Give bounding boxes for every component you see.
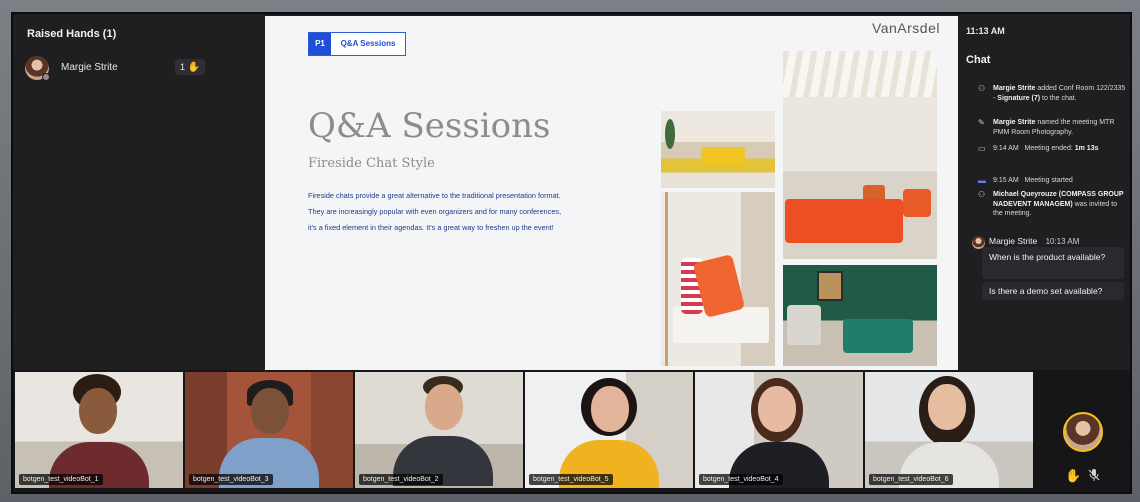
slide-photo-green-room: [783, 265, 937, 366]
participant-name: botgen_test_videoBot_4: [699, 474, 783, 485]
camera-icon: ▬: [978, 176, 986, 185]
pencil-icon: ✎: [978, 118, 985, 127]
participant-name: botgen_test_videoBot_6: [869, 474, 953, 485]
chat-message-bubble[interactable]: Is there a demo set available?: [982, 282, 1124, 300]
video-tile[interactable]: botgen_test_videoBot_5: [525, 372, 693, 488]
chat-message-header: Margie Strite 10:13 AM: [989, 236, 1079, 246]
slide-body-line: Fireside chats provide a great alternati…: [308, 191, 561, 200]
slide-tab: P1 Q&A Sessions: [308, 32, 406, 56]
participant-name: botgen_test_videoBot_5: [529, 474, 613, 485]
person-add-icon: ⚇: [978, 84, 986, 93]
video-tile[interactable]: botgen_test_videoBot_3: [185, 372, 353, 488]
clock: 11:13 AM: [966, 26, 1005, 36]
video-tile[interactable]: botgen_test_videoBot_4: [695, 372, 863, 488]
slide-subtitle: Fireside Chat Style: [308, 156, 435, 171]
person-add-icon: ⚇: [978, 190, 986, 199]
slide-body: Fireside chats provide a great alternati…: [308, 188, 628, 236]
chat-event-text: 9:15 AM Meeting started: [993, 177, 1073, 184]
chat-event-text: Margie Strite named the meeting MTR PMM …: [993, 119, 1115, 136]
mic-muted-icon[interactable]: [1087, 468, 1101, 482]
slide-body-line: They are increasingly popular with even …: [308, 207, 562, 216]
raised-hand-name: Margie Strite: [61, 62, 118, 73]
chat-event: ▭ 9:14 AM Meeting ended: 1m 13s: [978, 144, 1128, 154]
chat-event-text: Michael Queyrouze (COMPASS GROUP NADEVEN…: [993, 191, 1124, 217]
chat-message-bubble[interactable]: When is the product available?: [982, 247, 1124, 279]
raised-hand-order-badge: 1 ✋: [175, 59, 205, 75]
chat-panel: 11:13 AM Chat ⚇ Margie Strite added Conf…: [958, 14, 1130, 370]
chat-message-time: 10:13 AM: [1045, 237, 1080, 246]
raised-hands-panel: Raised Hands (1) Margie Strite 1 ✋: [13, 14, 265, 370]
slide-title: Q&A Sessions: [308, 106, 551, 146]
raised-hand-icon[interactable]: ✋: [1065, 468, 1081, 484]
brand-logo: VanArsdel: [871, 20, 940, 36]
participant-name: botgen_test_videoBot_2: [359, 474, 443, 485]
chat-event: ⚇ Margie Strite added Conf Room 122/2335…: [978, 84, 1128, 103]
video-tile[interactable]: botgen_test_videoBot_1: [15, 372, 183, 488]
chat-event: ✎ Margie Strite named the meeting MTR PM…: [978, 118, 1128, 137]
participant-name: botgen_test_videoBot_1: [19, 474, 103, 485]
slide-photo-yellow-sofa: [661, 111, 775, 188]
presence-icon: [42, 73, 50, 81]
video-tile[interactable]: botgen_test_videoBot_2: [355, 372, 523, 488]
raised-hand-item[interactable]: Margie Strite 1 ✋: [25, 56, 253, 81]
slide-body-line: it's a fixed element in their agendas. I…: [308, 223, 554, 232]
slide-photo-lounge: [783, 51, 937, 259]
camera-icon: ▭: [978, 144, 986, 153]
slide-tab-label: Q&A Sessions: [331, 33, 405, 55]
participant-name: botgen_test_videoBot_3: [189, 474, 273, 485]
raised-hand-order: 1: [180, 62, 186, 72]
slide-tab-number: P1: [309, 33, 331, 55]
raised-hands-title: Raised Hands (1): [27, 28, 117, 40]
video-tile[interactable]: botgen_test_videoBot_6: [865, 372, 1033, 488]
video-gallery: botgen_test_videoBot_1 botgen_test_video…: [13, 370, 1130, 492]
chat-message-sender: Margie Strite: [989, 236, 1038, 246]
self-avatar[interactable]: [1063, 412, 1103, 452]
raised-hand-icon: ✋: [187, 62, 200, 73]
avatar: [25, 56, 50, 81]
slide-photo-orange-pillow: [661, 192, 775, 366]
shared-slide: P1 Q&A Sessions VanArsdel Q&A Sessions F…: [265, 16, 958, 370]
chat-event: ⚇ Michael Queyrouze (COMPASS GROUP NADEV…: [978, 190, 1128, 219]
chat-event-text: Margie Strite added Conf Room 122/2335 -…: [993, 85, 1126, 102]
chat-message-text: Is there a demo set available?: [989, 286, 1103, 296]
chat-event: ▬ 9:15 AM Meeting started: [978, 176, 1128, 186]
meeting-screen: Raised Hands (1) Margie Strite 1 ✋ P1 Q&…: [11, 12, 1132, 494]
chat-message-text: When is the product available?: [989, 252, 1106, 262]
chat-event-text: 9:14 AM Meeting ended: 1m 13s: [993, 145, 1099, 152]
chat-title: Chat: [966, 54, 991, 66]
